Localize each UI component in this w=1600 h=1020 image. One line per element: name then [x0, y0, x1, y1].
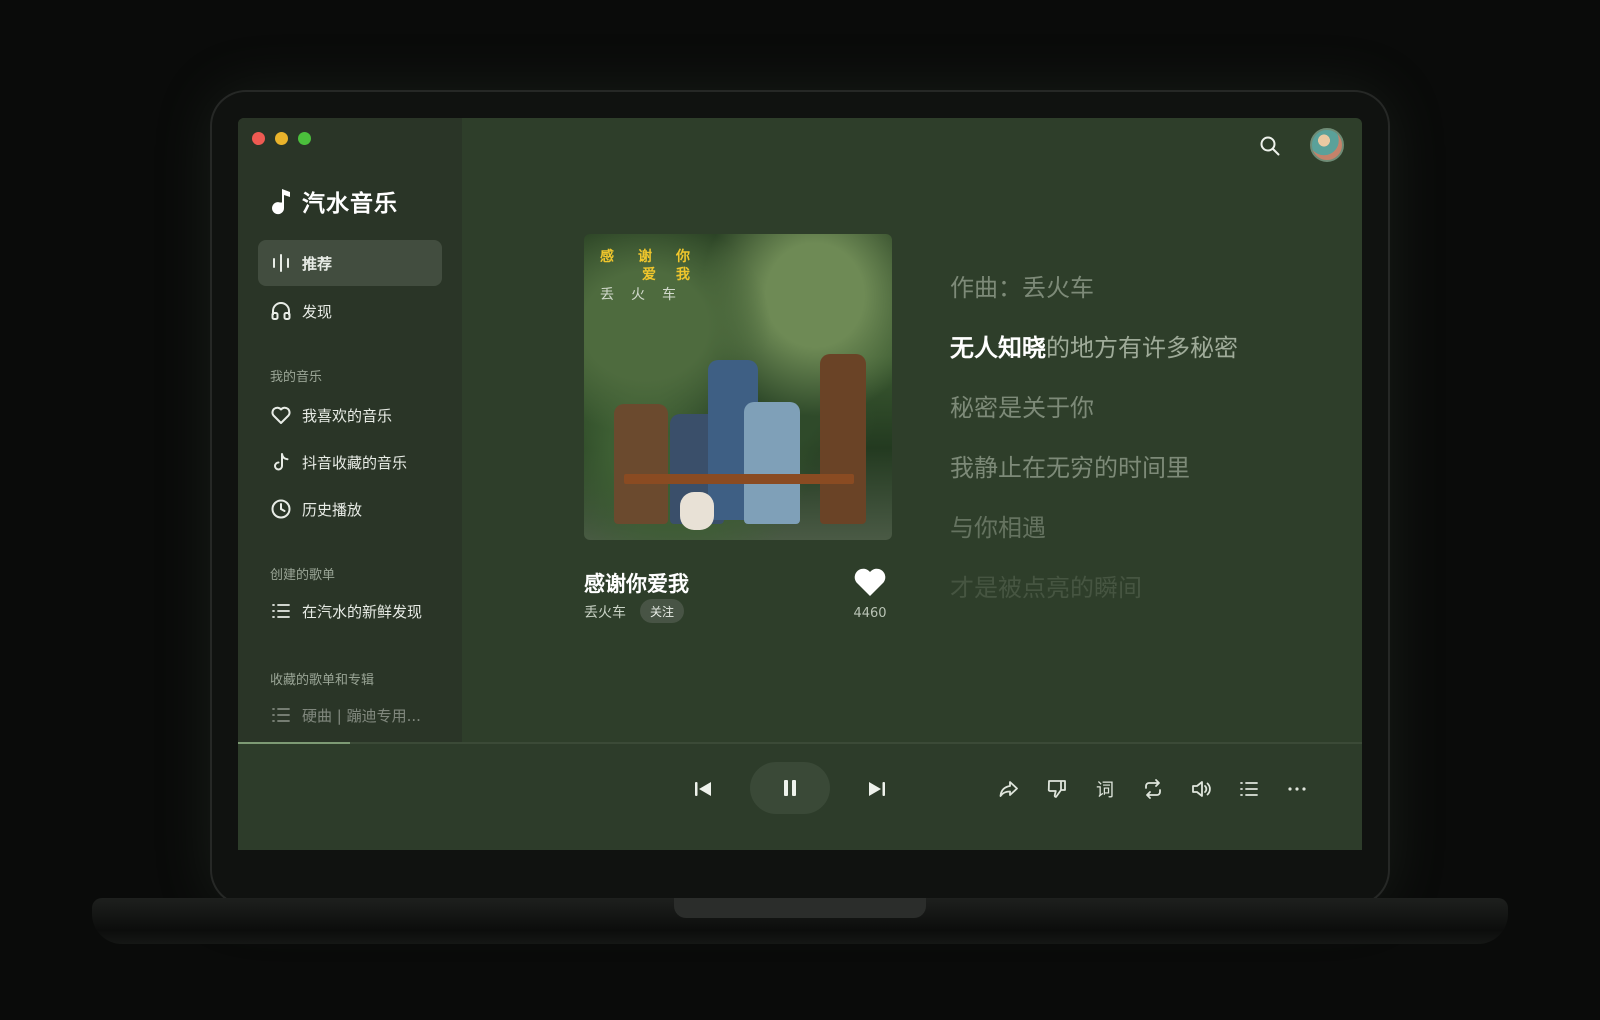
app-window: 汽水音乐 推荐 发现 我的音乐 我喜欢的音乐 抖音收藏的音乐 历史播放 创建的歌…	[238, 118, 1362, 850]
playlist-icon	[1240, 782, 1258, 796]
more-icon	[1288, 787, 1306, 791]
close-window-button[interactable]	[252, 132, 265, 145]
album-cover-title: 感 谢 你 爱 我	[600, 248, 690, 284]
lyric-line[interactable]: 我静止在无穷的时间里	[950, 448, 1190, 483]
album-cover-char: 火	[631, 287, 645, 303]
sidebar-item-playlist[interactable]: 在汽水的新鲜发现	[258, 588, 442, 634]
sidebar-item-douyin-music[interactable]: 抖音收藏的音乐	[258, 439, 442, 485]
share-button[interactable]	[994, 774, 1024, 804]
band-member-figure	[614, 404, 668, 524]
band-member-figure	[820, 354, 866, 524]
nav-recommend[interactable]: 推荐	[258, 240, 442, 286]
sidebar-item-label: 历史播放	[302, 500, 363, 519]
album-cover[interactable]: 感 谢 你 爱 我 丢 火 车	[584, 234, 892, 540]
lyric-sung-text: 无人知晓	[950, 334, 1046, 362]
more-button[interactable]	[1282, 774, 1312, 804]
headphones-icon	[270, 300, 292, 322]
laptop-notch	[674, 898, 926, 918]
lyric-line[interactable]: 秘密是关于你	[950, 388, 1094, 423]
album-cover-char: 丢	[600, 287, 614, 303]
nav-recommend-label: 推荐	[302, 254, 333, 273]
prev-icon	[695, 782, 711, 796]
dislike-button[interactable]	[1042, 774, 1072, 804]
dog-figure	[680, 492, 714, 530]
heart-icon	[270, 404, 292, 426]
album-cover-char: 你	[676, 249, 690, 265]
lyric-line[interactable]: 与你相遇	[950, 508, 1046, 543]
lyric-text: 与你相遇	[950, 514, 1046, 542]
album-cover-char: 谢	[638, 249, 652, 265]
dislike-icon	[1047, 780, 1066, 798]
lyric-line[interactable]: 作曲：丢火车	[950, 268, 1094, 303]
waveform-icon	[270, 252, 292, 274]
next-button[interactable]	[862, 774, 892, 804]
sidebar-item-liked-music[interactable]: 我喜欢的音乐	[258, 392, 442, 438]
album-cover-char: 感	[600, 249, 614, 265]
like-count: 4460	[853, 606, 887, 621]
next-icon	[869, 782, 885, 796]
my-music-section-label: 我的音乐	[270, 370, 323, 385]
sidebar-item-label: 在汽水的新鲜发现	[302, 602, 423, 621]
share-icon	[999, 781, 1018, 797]
saved-playlists-section-label: 收藏的歌单和专辑	[270, 673, 375, 688]
band-member-figure	[744, 402, 800, 524]
pause-icon	[784, 780, 796, 796]
lyric-text: 的地方有许多秘密	[1046, 334, 1238, 362]
previous-button[interactable]	[688, 774, 718, 804]
repeat-button[interactable]	[1138, 774, 1168, 804]
volume-button[interactable]	[1186, 774, 1216, 804]
pause-button[interactable]	[750, 762, 830, 814]
app-logo[interactable]: 汽水音乐	[270, 184, 398, 218]
sidebar-item-saved-playlist[interactable]: 硬曲 | 蹦迪专用...	[258, 692, 442, 738]
list-icon	[270, 704, 292, 726]
tiktok-icon	[270, 451, 292, 473]
clock-icon	[270, 498, 292, 520]
song-title[interactable]: 感谢你爱我	[584, 568, 689, 598]
lyric-text: 我静止在无穷的时间里	[950, 454, 1190, 482]
lyrics-button[interactable]: 词	[1090, 774, 1120, 804]
sidebar-item-history[interactable]: 历史播放	[258, 486, 442, 532]
sidebar-item-label: 我喜欢的音乐	[302, 406, 393, 425]
repeat-icon	[1145, 779, 1161, 799]
lyric-line[interactable]: 才是被点亮的瞬间	[950, 568, 1142, 603]
sidebar-item-label: 抖音收藏的音乐	[302, 453, 408, 472]
lyric-text: 作曲：丢火车	[950, 274, 1094, 302]
note-logo-icon	[272, 189, 290, 215]
user-avatar[interactable]	[1310, 128, 1344, 162]
playlist-button[interactable]	[1234, 774, 1264, 804]
sidebar: 汽水音乐 推荐 发现 我的音乐 我喜欢的音乐 抖音收藏的音乐 历史播放 创建的歌…	[238, 118, 462, 758]
lyric-text: 才是被点亮的瞬间	[950, 574, 1142, 602]
maximize-window-button[interactable]	[298, 132, 311, 145]
minimize-window-button[interactable]	[275, 132, 288, 145]
sidebar-item-label: 硬曲 | 蹦迪专用...	[302, 706, 421, 725]
created-playlists-section-label: 创建的歌单	[270, 568, 336, 583]
nav-discover-label: 发现	[302, 302, 333, 321]
lyric-text: 秘密是关于你	[950, 394, 1094, 422]
list-icon	[270, 600, 292, 622]
volume-icon	[1192, 781, 1211, 797]
player-bar: 词	[238, 744, 1362, 850]
heart-filled-icon[interactable]	[852, 565, 888, 599]
lyrics-icon: 词	[1096, 780, 1114, 801]
song-artist[interactable]: 丢火车	[584, 602, 626, 622]
follow-button[interactable]: 关注	[640, 599, 685, 623]
album-cover-char: 车	[662, 287, 676, 303]
nav-discover[interactable]: 发现	[258, 288, 442, 334]
album-cover-char: 我	[676, 267, 690, 283]
bench-figure	[624, 474, 854, 484]
search-icon[interactable]	[1258, 134, 1282, 158]
lyric-line-current[interactable]: 无人知晓的地方有许多秘密	[950, 328, 1238, 363]
app-name: 汽水音乐	[302, 191, 398, 217]
album-cover-artist: 丢 火 车	[600, 284, 676, 304]
album-cover-char: 爱	[642, 267, 656, 283]
